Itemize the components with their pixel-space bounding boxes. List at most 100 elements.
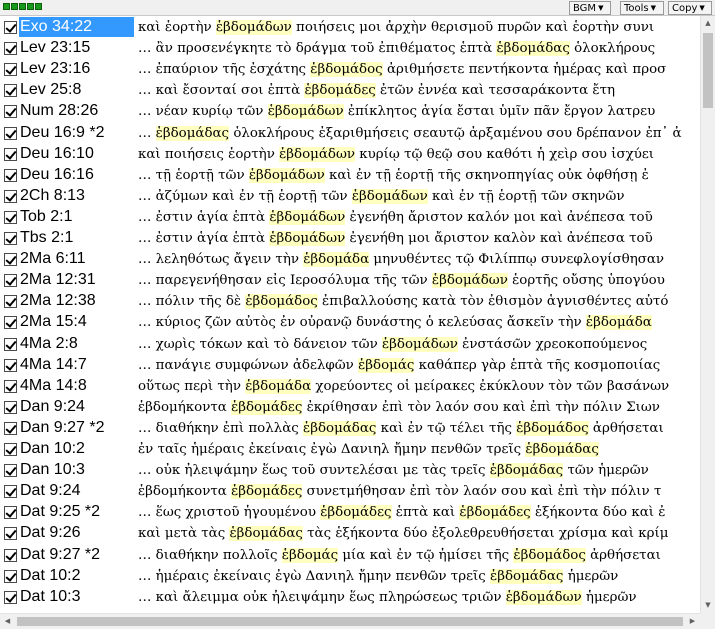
- list-item[interactable]: Dan 9:27 *2… διαθήκην ἐπὶ πολλὰς ἑβδομάδ…: [0, 418, 700, 439]
- verse-reference[interactable]: 4Ma 14:7: [19, 355, 134, 375]
- verse-reference[interactable]: Deu 16:16: [19, 165, 134, 185]
- row-checkbox[interactable]: [4, 21, 17, 34]
- row-checkbox[interactable]: [4, 464, 17, 477]
- row-checkbox[interactable]: [4, 274, 17, 287]
- verse-reference[interactable]: Dat 9:25 *2: [19, 502, 134, 522]
- verse-text: … πόλιν τῆς δὲ ἑβδομάδος ἐπιβαλλούσης κα…: [138, 291, 668, 312]
- verse-reference[interactable]: Exo 34:22: [19, 17, 134, 37]
- vertical-scroll-thumb[interactable]: [703, 33, 713, 108]
- verse-reference[interactable]: Tob 2:1: [19, 207, 134, 227]
- verse-reference[interactable]: 2Ch 8:13: [19, 186, 134, 206]
- row-checkbox[interactable]: [4, 549, 17, 562]
- verse-reference[interactable]: 4Ma 2:8: [19, 334, 134, 354]
- bgm-label: BGM: [573, 3, 597, 14]
- list-item[interactable]: Lev 23:16… ἐπαύριον τῆς ἐσχάτης ἑβδομάδο…: [0, 59, 700, 80]
- row-checkbox[interactable]: [4, 295, 17, 308]
- list-item[interactable]: Dan 10:2 ἐν ταῖς ἡμέραις ἐκείναις ἐγὼ Δαν…: [0, 439, 700, 460]
- highlighted-match: ἑβδομάδων: [248, 168, 325, 183]
- list-item[interactable]: Lev 23:15 … ἂν προσενέγκητε τὸ δράγμα τοῦ…: [0, 38, 700, 59]
- verse-reference[interactable]: Tbs 2:1: [19, 228, 134, 248]
- scroll-left-arrow-icon[interactable]: ◀: [0, 614, 15, 629]
- list-item[interactable]: Dat 9:27 *2… διαθήκην πολλοῖς ἑβδομάς μί…: [0, 545, 700, 566]
- list-item[interactable]: Dan 10:3 … οὐκ ἠλειψάμην ἕως τοῦ συντελέσ…: [0, 460, 700, 481]
- bgm-dropdown-button[interactable]: BGM ▼: [569, 1, 611, 15]
- list-item[interactable]: 2Ma 15:4 … κύριος ζῶν αὐτὸς ἐν οὐρανῷ δυν…: [0, 312, 700, 333]
- list-item[interactable]: Deu 16:10 καὶ ποιήσεις ἑορτὴν ἑβδομάδων κ…: [0, 144, 700, 165]
- verse-reference[interactable]: Dat 10:3: [19, 587, 134, 607]
- row-checkbox[interactable]: [4, 527, 17, 540]
- verse-reference[interactable]: Dan 9:24: [19, 397, 134, 417]
- verse-reference[interactable]: Deu 16:10: [19, 144, 134, 164]
- row-checkbox[interactable]: [4, 63, 17, 76]
- list-item[interactable]: 2Ma 12:38… πόλιν τῆς δὲ ἑβδομάδος ἐπιβαλ…: [0, 291, 700, 312]
- row-checkbox[interactable]: [4, 42, 17, 55]
- row-checkbox[interactable]: [4, 232, 17, 245]
- scroll-down-arrow-icon[interactable]: ▼: [701, 598, 715, 613]
- verse-reference[interactable]: Lev 23:15: [19, 38, 134, 58]
- list-item[interactable]: Dan 9:24 ἑβδομήκοντα ἑβδομάδες ἐκρίθησαν …: [0, 397, 700, 418]
- scroll-up-arrow-icon[interactable]: ▲: [701, 16, 715, 31]
- scroll-right-arrow-icon[interactable]: ▶: [685, 614, 700, 629]
- verse-reference[interactable]: 2Ma 12:38: [19, 291, 134, 311]
- row-checkbox[interactable]: [4, 253, 17, 266]
- row-checkbox[interactable]: [4, 316, 17, 329]
- row-checkbox[interactable]: [4, 570, 17, 583]
- highlighted-match: ἑβδομάδα: [303, 252, 370, 267]
- verse-reference[interactable]: 2Ma 15:4: [19, 312, 134, 332]
- row-checkbox[interactable]: [4, 359, 17, 372]
- list-item[interactable]: Deu 16:16… τῇ ἑορτῇ τῶν ἑβδομάδων καὶ ἐν…: [0, 165, 700, 186]
- row-checkbox[interactable]: [4, 591, 17, 604]
- tools-dropdown-button[interactable]: Tools ▼: [620, 1, 664, 15]
- list-item[interactable]: Dat 9:26 καὶ μετὰ τὰς ἑβδομάδας τὰς ἑξήκο…: [0, 523, 700, 544]
- row-checkbox[interactable]: [4, 506, 17, 519]
- row-checkbox[interactable]: [4, 401, 17, 414]
- verse-reference[interactable]: Dat 9:24: [19, 481, 134, 501]
- row-checkbox[interactable]: [4, 211, 17, 224]
- verse-reference[interactable]: Dan 10:2: [19, 439, 134, 459]
- verse-reference[interactable]: 4Ma 14:8: [19, 376, 134, 396]
- list-item[interactable]: 4Ma 2:8… χωρὶς τόκων καὶ τὸ δάνειον τῶν …: [0, 334, 700, 355]
- row-checkbox[interactable]: [4, 422, 17, 435]
- list-item[interactable]: Exo 34:22 καὶ ἑορτὴν ἑβδομάδων ποιήσεις μ…: [0, 17, 700, 38]
- vertical-scrollbar[interactable]: ▲ ▼: [700, 16, 715, 613]
- verse-reference[interactable]: Lev 23:16: [19, 59, 134, 79]
- row-checkbox[interactable]: [4, 338, 17, 351]
- verse-reference[interactable]: Dan 9:27 *2: [19, 418, 134, 438]
- row-checkbox[interactable]: [4, 380, 17, 393]
- list-item[interactable]: Dat 10:3 … καὶ ἄλειμμα οὐκ ἠλειψάμην ἕως …: [0, 587, 700, 608]
- copy-dropdown-button[interactable]: Copy ▼: [668, 1, 712, 15]
- list-item[interactable]: 4Ma 14:7… πανάγιε συμφώνων ἀδελφῶν ἑβδομ…: [0, 355, 700, 376]
- list-item[interactable]: 2Ma 12:31… παρεγενήθησαν εἰς Ιεροσόλυμα …: [0, 270, 700, 291]
- list-item[interactable]: Deu 16:9 *2… ἑβδομάδας ὁλοκλήρους ἐξαριθ…: [0, 123, 700, 144]
- verse-reference[interactable]: Deu 16:9 *2: [19, 123, 134, 143]
- row-checkbox[interactable]: [4, 443, 17, 456]
- verse-reference[interactable]: Dat 10:2: [19, 566, 134, 586]
- list-item[interactable]: Dat 9:25 *2… ἕως χριστοῦ ἡγουμένου ἑβδομ…: [0, 502, 700, 523]
- verse-reference[interactable]: 2Ma 12:31: [19, 270, 134, 290]
- status-squares-icon[interactable]: [3, 3, 42, 10]
- row-checkbox[interactable]: [4, 148, 17, 161]
- horizontal-scroll-thumb[interactable]: [17, 617, 683, 626]
- list-item[interactable]: 4Ma 14:8 οὕτως περὶ τὴν ἑβδομάδα χορεύοντ…: [0, 376, 700, 397]
- row-checkbox[interactable]: [4, 127, 17, 140]
- row-checkbox[interactable]: [4, 485, 17, 498]
- list-item[interactable]: Dat 10:2 … ἡμέραις ἐκείναις ἐγὼ Δανιηλ ἤμ…: [0, 566, 700, 587]
- row-checkbox[interactable]: [4, 84, 17, 97]
- list-item[interactable]: Dat 9:24 ἑβδομήκοντα ἑβδομάδες συνετμήθησ…: [0, 481, 700, 502]
- verse-reference[interactable]: Num 28:26: [19, 101, 134, 121]
- row-checkbox[interactable]: [4, 190, 17, 203]
- horizontal-scrollbar[interactable]: ◀ ▶: [0, 613, 700, 629]
- verse-reference[interactable]: Dan 10:3: [19, 460, 134, 480]
- verse-reference[interactable]: Lev 25:8: [19, 80, 134, 100]
- row-checkbox[interactable]: [4, 105, 17, 118]
- verse-reference[interactable]: 2Ma 6:11: [19, 249, 134, 269]
- list-item[interactable]: Tob 2:1… ἐστιν ἁγία ἑπτὰ ἑβδομάδων ἐγενή…: [0, 207, 700, 228]
- verse-reference[interactable]: Dat 9:26: [19, 523, 134, 543]
- list-item[interactable]: 2Ch 8:13… ἀζύμων καὶ ἐν τῇ ἑορτῇ τῶν ἑβδ…: [0, 186, 700, 207]
- verse-reference[interactable]: Dat 9:27 *2: [19, 545, 134, 565]
- list-item[interactable]: Tbs 2:1… ἐστιν ἁγία ἑπτὰ ἑβδομάδων ἐγενή…: [0, 228, 700, 249]
- list-item[interactable]: 2Ma 6:11… λεληθότως ἄγειν τὴν ἑβδομάδα μ…: [0, 249, 700, 270]
- list-item[interactable]: Lev 25:8… καὶ ἔσονταί σοι ἑπτὰ ἑβδομάδες…: [0, 80, 700, 101]
- row-checkbox[interactable]: [4, 169, 17, 182]
- list-item[interactable]: Num 28:26… νέαν κυρίῳ τῶν ἑβδομάδων ἐπίκ…: [0, 101, 700, 122]
